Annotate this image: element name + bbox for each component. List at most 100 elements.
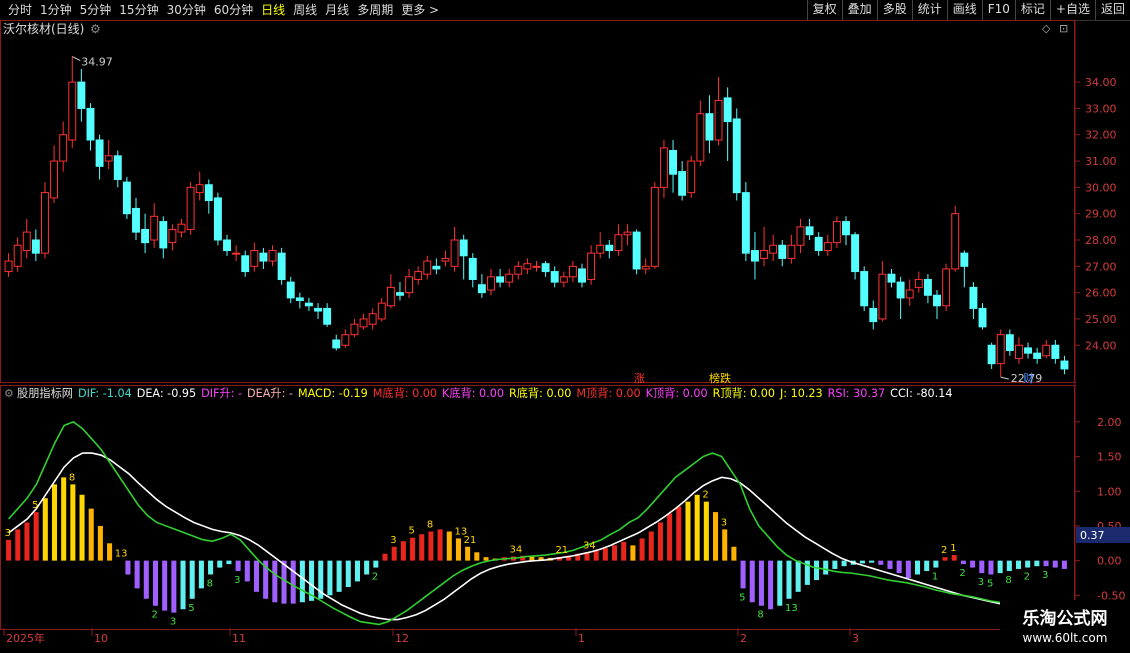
candle-body-28 — [260, 253, 267, 261]
low-pointer — [1001, 377, 1009, 379]
candle-body-33 — [305, 303, 312, 306]
indicator-panel: 2.001.501.000.500.00-0.500.3735813235832… — [1, 386, 1130, 646]
hist-label-16: 21 — [555, 545, 568, 556]
toolbar-button-1[interactable]: 叠加 — [842, 0, 877, 20]
candle-body-110 — [1006, 335, 1013, 351]
period-tab-8[interactable]: 月线 — [321, 0, 353, 20]
legend-item-5: M底背: 0.00 — [373, 387, 437, 401]
price-tick-label-3: 27.00 — [1085, 260, 1117, 273]
candle-body-116 — [1061, 361, 1068, 369]
candle-body-23 — [214, 198, 221, 240]
candle-body-88 — [806, 227, 813, 235]
period-tab-7[interactable]: 周线 — [289, 0, 321, 20]
period-tab-4[interactable]: 30分钟 — [163, 0, 210, 20]
period-tab-10[interactable]: 更多 > — [397, 0, 443, 20]
toolbar-button-0[interactable]: 复权 — [807, 0, 842, 20]
candle-body-79 — [724, 98, 731, 122]
ind-tick-label-4: 0.00 — [1097, 555, 1122, 568]
period-tab-5[interactable]: 60分钟 — [210, 0, 257, 20]
settings-gear-icon[interactable]: ⚙ — [90, 22, 101, 36]
expand-icon[interactable]: ⊡ — [1059, 22, 1068, 36]
period-tab-0[interactable]: 分时 — [4, 0, 36, 20]
hist-label-0: 3 — [5, 528, 11, 539]
diamond-icon[interactable]: ◇ — [1042, 22, 1050, 36]
x-label-2: 11 — [232, 632, 246, 645]
candle-body-32 — [296, 298, 303, 301]
toolbar-button-2[interactable]: 多股 — [877, 0, 912, 20]
indicator-settings-icon[interactable]: ⚙ — [4, 387, 14, 401]
candle-body-19 — [178, 224, 185, 232]
legend-item-8: M顶背: 0.00 — [576, 387, 640, 401]
candle-body-54 — [497, 277, 504, 282]
price-frame — [1, 21, 1075, 383]
candle-body-38 — [351, 324, 358, 335]
candle-body-15 — [142, 229, 149, 242]
stock-title: 沃尔核材(日线) — [3, 22, 84, 36]
toolbar-button-5[interactable]: F10 — [982, 0, 1015, 20]
candle-body-41 — [378, 303, 385, 319]
candle-body-71 — [651, 187, 658, 266]
candle-body-60 — [551, 272, 558, 283]
candle-body-87 — [797, 227, 804, 245]
candle-body-104 — [952, 214, 959, 269]
candle-body-13 — [123, 182, 130, 214]
candle-body-64 — [588, 253, 595, 279]
candle-body-9 — [87, 108, 94, 140]
candle-body-26 — [242, 256, 249, 272]
candle-body-36 — [333, 340, 340, 348]
current-value-text: 0.37 — [1080, 529, 1105, 542]
top-toolbar: 分时1分钟5分钟15分钟30分钟60分钟日线周线月线多周期更多 > 复权叠加多股… — [0, 0, 1130, 21]
hist-label-2: 8 — [69, 472, 75, 483]
candle-body-95 — [870, 308, 877, 321]
x-label-5: 2 — [740, 632, 747, 645]
toolbar-button-3[interactable]: 统计 — [912, 0, 947, 20]
hist-label-7: 8 — [207, 579, 213, 590]
candle-body-24 — [224, 240, 231, 251]
candle-body-111 — [1015, 345, 1022, 358]
candle-body-58 — [533, 266, 540, 267]
toolbar-button-6[interactable]: 标记 — [1015, 0, 1050, 20]
price-tick-label-4: 28.00 — [1085, 234, 1117, 247]
x-label-0: 2025年 — [6, 631, 45, 645]
candle-body-37 — [342, 335, 349, 346]
candle-body-65 — [597, 245, 604, 253]
svg-text:www.60lt.com: www.60lt.com — [1023, 631, 1108, 645]
toolbar-button-8[interactable]: 返回 — [1095, 0, 1130, 20]
chart-area[interactable]: 24.0025.0026.0027.0028.0029.0030.0031.00… — [0, 20, 1130, 650]
bangdie-marker: 榜跌 — [709, 371, 731, 385]
period-tab-9[interactable]: 多周期 — [353, 0, 397, 20]
high-label: 34.97 — [81, 56, 113, 69]
period-tab-3[interactable]: 15分钟 — [115, 0, 162, 20]
candle-body-94 — [861, 272, 868, 306]
price-tick-label-10: 34.00 — [1085, 76, 1117, 89]
period-tab-6[interactable]: 日线 — [257, 0, 289, 20]
svg-text:乐淘公式网: 乐淘公式网 — [1023, 608, 1108, 629]
hist-label-23: 1 — [932, 572, 938, 583]
legend-item-4: MACD: -0.19 — [298, 387, 368, 401]
candle-body-34 — [315, 308, 322, 311]
candle-body-96 — [879, 274, 886, 319]
toolbar-button-4[interactable]: 画线 — [947, 0, 982, 20]
candle-body-14 — [133, 208, 140, 232]
price-panel: 24.0025.0026.0027.0028.0029.0030.0031.00… — [1, 20, 1117, 630]
candle-body-63 — [579, 269, 586, 282]
candle-body-59 — [542, 264, 549, 272]
period-tab-1[interactable]: 1分钟 — [36, 0, 76, 20]
candle-body-4 — [42, 193, 49, 254]
period-tabs: 分时1分钟5分钟15分钟30分钟60分钟日线周线月线多周期更多 > — [4, 0, 443, 20]
candle-body-10 — [96, 140, 103, 166]
candle-body-40 — [369, 314, 376, 325]
legend-item-12: RSI: 30.37 — [828, 387, 886, 401]
period-tab-2[interactable]: 5分钟 — [76, 0, 116, 20]
candle-body-29 — [269, 251, 276, 262]
candle-body-0 — [5, 261, 12, 272]
price-tick-label-2: 26.00 — [1085, 287, 1117, 300]
candle-body-76 — [697, 114, 704, 161]
price-tick-label-0: 24.00 — [1085, 339, 1117, 352]
hist-label-14: 8 — [427, 519, 433, 530]
candle-body-75 — [688, 161, 695, 193]
hist-label-10: 34 — [510, 544, 523, 555]
toolbar-button-7[interactable]: +自选 — [1050, 0, 1095, 20]
indicator-name: 股朋指标网 — [17, 387, 73, 401]
candle-body-107 — [979, 308, 986, 326]
